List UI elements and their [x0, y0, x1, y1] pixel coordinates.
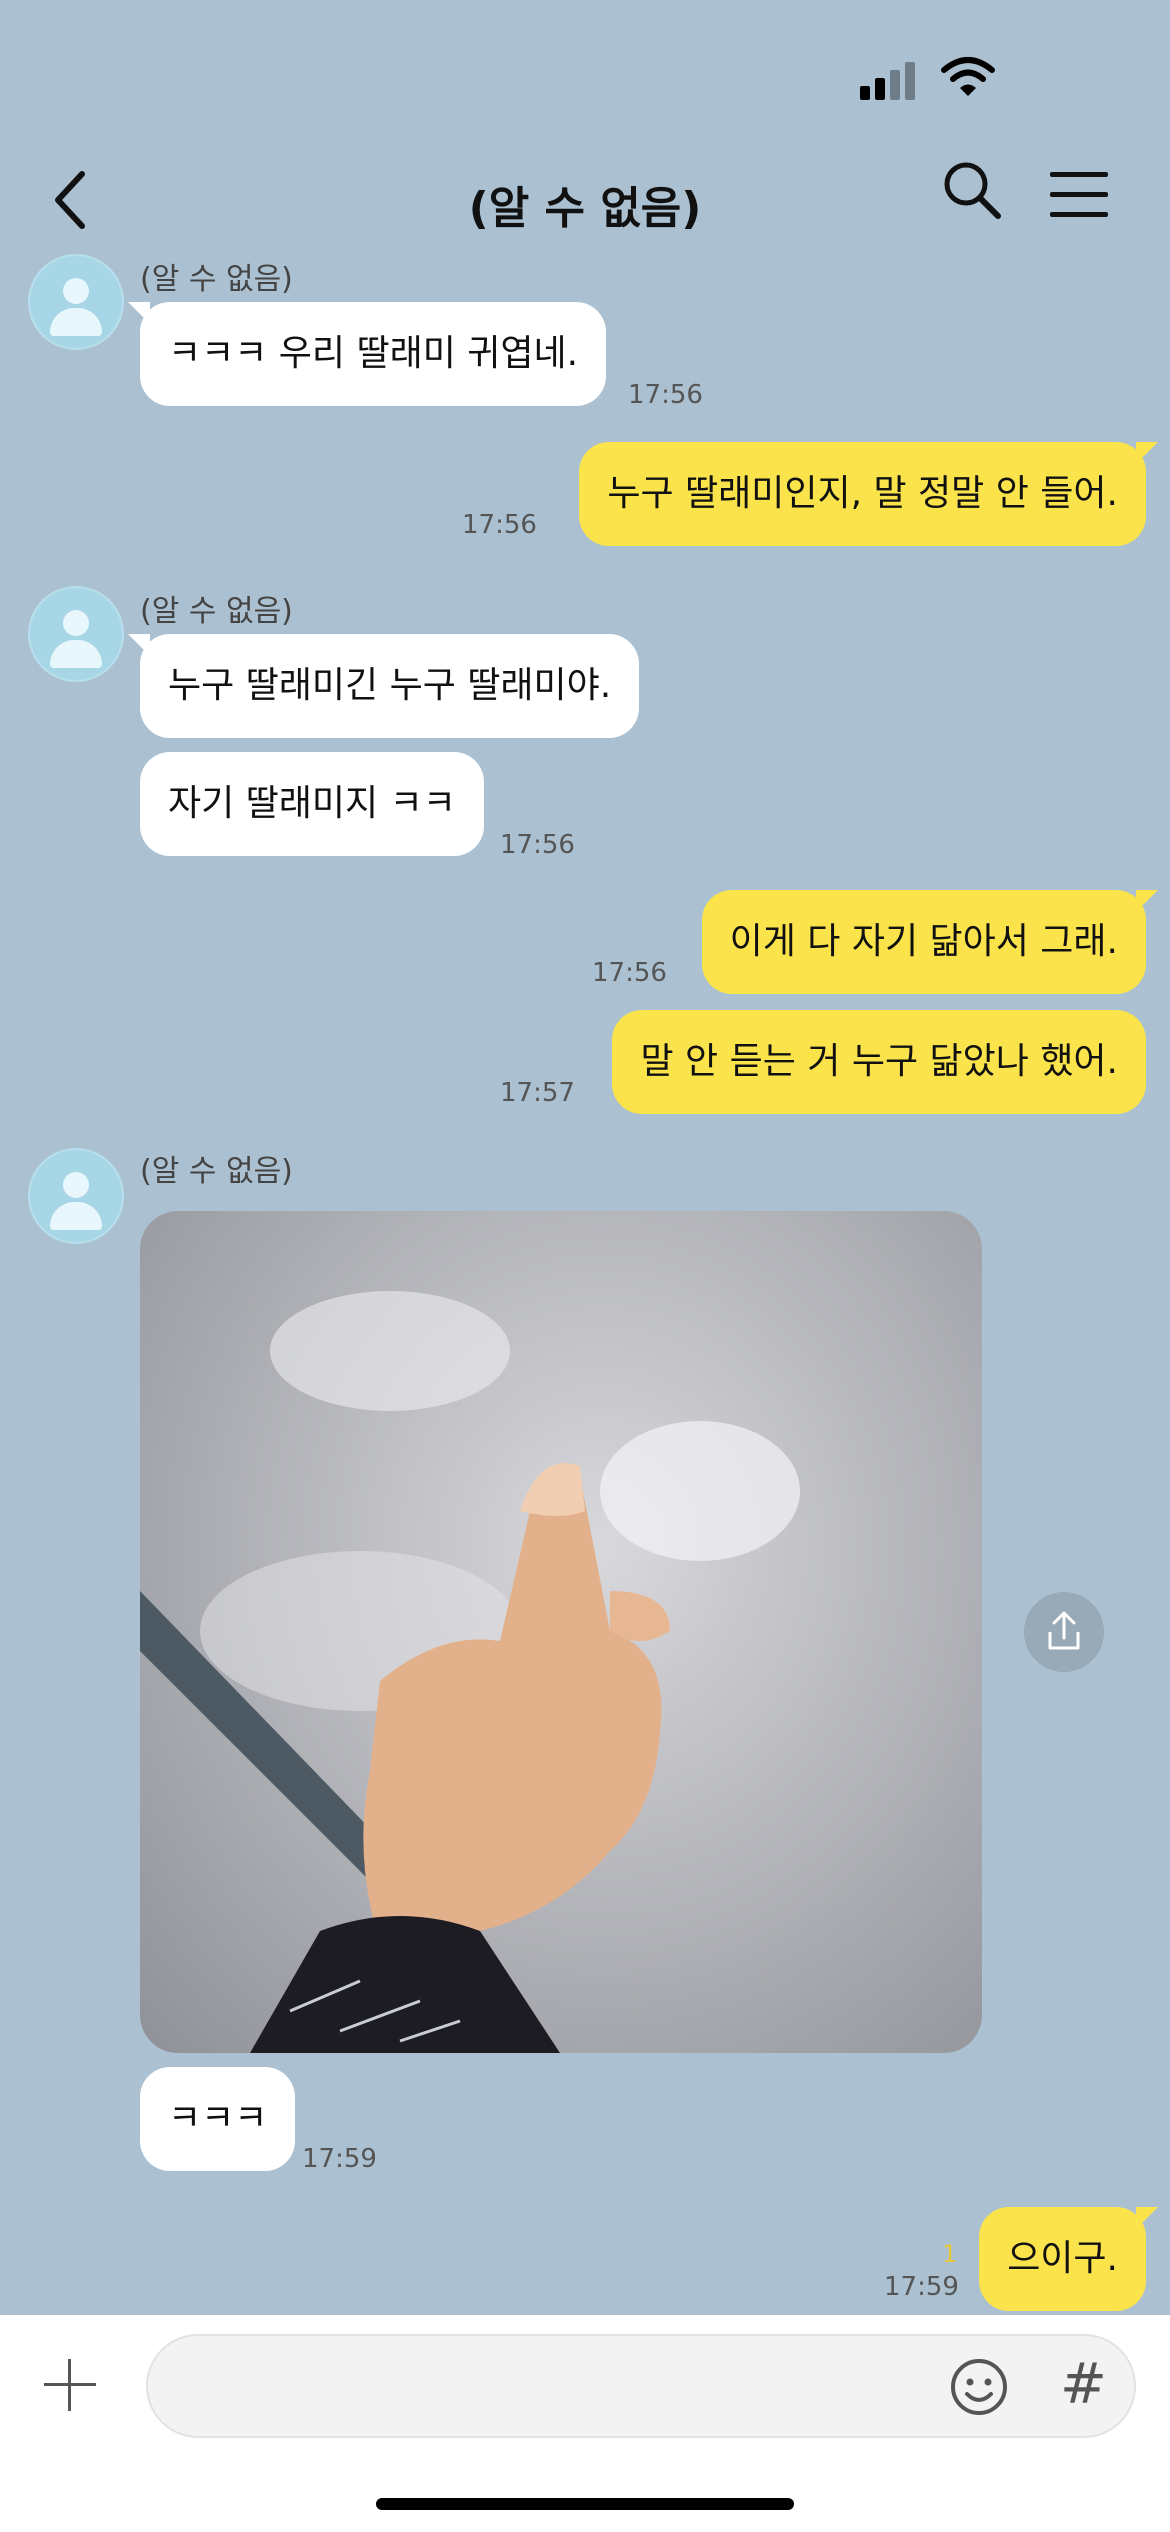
sender-name: (알 수 없음): [140, 594, 293, 629]
outgoing-message[interactable]: 말 안 듣는 거 누구 닮았나 했어.: [612, 1010, 1146, 1114]
avatar[interactable]: [28, 586, 124, 682]
plus-icon[interactable]: [40, 2355, 100, 2415]
incoming-message[interactable]: 누구 딸래미긴 누구 딸래미야.: [127, 634, 640, 738]
outgoing-message[interactable]: 누구 딸래미인지, 말 정말 안 들어.: [579, 442, 1158, 546]
message-time: 17:56: [462, 510, 537, 540]
message-time: 17:56: [592, 958, 667, 988]
wifi-icon: [941, 57, 995, 96]
message-input[interactable]: [178, 2358, 882, 2420]
menu-icon[interactable]: [1050, 162, 1112, 217]
sender-name: (알 수 없음): [140, 262, 293, 297]
message-time: 17:56: [500, 830, 575, 860]
unread-count: 1: [942, 2240, 958, 2268]
share-icon[interactable]: [1024, 1592, 1104, 1672]
search-icon[interactable]: [940, 158, 1004, 222]
photo-hand-image: [140, 1291, 800, 2053]
hash-icon[interactable]: #: [1060, 2352, 1107, 2417]
status-bar: [0, 0, 1170, 150]
message-time: 17:57: [500, 1078, 575, 1108]
incoming-message[interactable]: ㅋㅋㅋ 우리 딸래미 귀엽네.: [127, 302, 607, 406]
outgoing-message[interactable]: 으이구.: [979, 2207, 1158, 2311]
photo-message[interactable]: [140, 1211, 982, 2053]
sender-name: (알 수 없음): [140, 1154, 293, 1189]
message-time: 17:59: [302, 2144, 377, 2174]
message-field[interactable]: #: [146, 2334, 1136, 2438]
message-time: 17:59: [884, 2272, 959, 2302]
signal-icon: [860, 58, 920, 100]
incoming-message[interactable]: 자기 딸래미지 ㅋㅋ: [140, 752, 484, 856]
incoming-message[interactable]: ㅋㅋㅋ: [140, 2067, 296, 2171]
avatar[interactable]: [28, 1148, 124, 1244]
outgoing-message[interactable]: 이게 다 자기 닮아서 그래.: [701, 890, 1159, 994]
avatar[interactable]: [28, 254, 124, 350]
message-time: 17:56: [628, 380, 703, 410]
emoji-icon[interactable]: [948, 2356, 1010, 2418]
home-indicator: [376, 2498, 794, 2510]
chat-header: (알 수 없음): [0, 150, 1170, 250]
